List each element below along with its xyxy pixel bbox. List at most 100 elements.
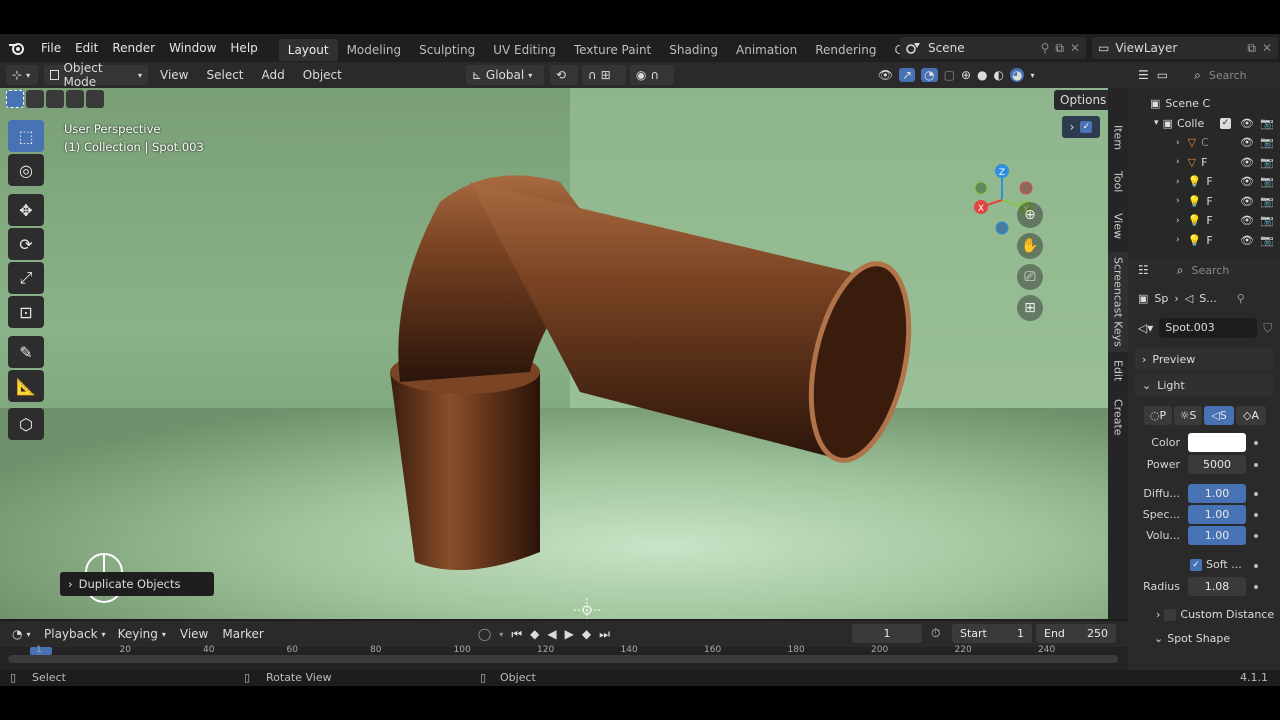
visibility-eye-icon[interactable]: 👁 bbox=[1240, 214, 1254, 227]
transform-orientation-dropdown[interactable]: ⊾ Global ▾ bbox=[465, 65, 544, 85]
outliner-item-row[interactable]: › 💡 F 👁 📷 bbox=[1128, 172, 1280, 192]
menu-render[interactable]: Render bbox=[105, 34, 162, 62]
select-invert-icon[interactable] bbox=[66, 90, 84, 108]
keyframe-dot-icon[interactable] bbox=[1254, 441, 1258, 445]
last-operator-panel[interactable]: › Duplicate Objects bbox=[60, 572, 214, 596]
diffuse-field[interactable]: 1.00 bbox=[1188, 484, 1246, 503]
scale-tool[interactable]: ⤢ bbox=[8, 262, 44, 294]
tab-uv-editing[interactable]: UV Editing bbox=[484, 39, 565, 61]
wireframe-shading-icon[interactable]: ⊕ bbox=[961, 68, 971, 82]
custom-distance-section[interactable]: › Custom Distance bbox=[1156, 608, 1274, 621]
3d-viewport[interactable]: ⬚ ◎ ✥ ⟳ ⤢ ⊡ ✎ 📐 ⬡ User Perspective (1) C… bbox=[0, 88, 1108, 619]
render-camera-icon[interactable]: 📷 bbox=[1260, 214, 1274, 227]
visibility-eye-icon[interactable]: 👁 bbox=[1240, 117, 1254, 130]
close-scene-icon[interactable]: ✕ bbox=[1070, 41, 1086, 55]
menu-timeline-view[interactable]: View bbox=[180, 627, 208, 641]
prev-keyframe-icon[interactable]: ◆ bbox=[530, 627, 539, 641]
material-shading-icon[interactable]: ◐ bbox=[994, 68, 1004, 82]
menu-marker[interactable]: Marker bbox=[222, 627, 263, 641]
menu-object[interactable]: Object bbox=[303, 68, 342, 82]
copy-view-layer-icon[interactable]: ⧉ bbox=[1247, 41, 1256, 56]
menu-view[interactable]: View bbox=[160, 68, 188, 82]
data-name-field[interactable]: Spot.003 bbox=[1159, 318, 1258, 338]
outliner-scene-row[interactable]: ▣ Scene C bbox=[1128, 94, 1280, 114]
view-layer-selector[interactable]: ▭ ViewLayer ⧉ ✕ bbox=[1092, 37, 1278, 59]
keyframe-dot-icon[interactable] bbox=[1254, 534, 1258, 538]
area-light-button[interactable]: ◇ A bbox=[1236, 406, 1266, 425]
tab-sculpting[interactable]: Sculpting bbox=[410, 39, 484, 61]
keyframe-dot-icon[interactable] bbox=[1254, 564, 1258, 568]
editor-type-button[interactable]: ⊹ ▾ bbox=[6, 65, 38, 85]
camera-view-icon[interactable]: ⎚ bbox=[1017, 264, 1043, 290]
tab-modeling[interactable]: Modeling bbox=[338, 39, 411, 61]
transform-tool[interactable]: ⊡ bbox=[8, 296, 44, 328]
auto-keying-icon[interactable]: ◯ bbox=[478, 627, 491, 641]
annotate-tool[interactable]: ✎ bbox=[8, 336, 44, 368]
pin-icon[interactable]: ⚲ bbox=[1237, 292, 1245, 305]
stopwatch-icon[interactable]: ⏱ bbox=[931, 626, 940, 641]
exclude-checkbox[interactable]: ✓ bbox=[1220, 117, 1231, 129]
rendered-shading-icon[interactable]: ◕ bbox=[1010, 68, 1025, 82]
render-camera-icon[interactable]: 📷 bbox=[1260, 156, 1274, 169]
visibility-eye-icon[interactable]: 👁 bbox=[1240, 175, 1254, 188]
add-cube-tool[interactable]: ⬡ bbox=[8, 408, 44, 440]
menu-file[interactable]: File bbox=[34, 34, 68, 62]
shading-options-icon[interactable]: ▾ bbox=[1030, 71, 1034, 80]
volume-field[interactable]: 1.00 bbox=[1188, 526, 1246, 545]
fake-user-shield-icon[interactable]: ⛉ bbox=[1263, 321, 1272, 336]
select-new-icon[interactable] bbox=[6, 90, 24, 108]
sun-light-button[interactable]: ☼ S bbox=[1174, 406, 1202, 425]
tab-screencast-keys[interactable]: Screencast Keys bbox=[1108, 252, 1128, 352]
options-dropdown[interactable]: Options▾ bbox=[1054, 90, 1108, 110]
blender-logo-icon[interactable] bbox=[0, 34, 34, 62]
rotate-tool[interactable]: ⟳ bbox=[8, 228, 44, 260]
keyframe-dot-icon[interactable] bbox=[1254, 463, 1258, 467]
outliner-editor-icon[interactable]: ☰ bbox=[1138, 68, 1149, 82]
current-frame-field[interactable]: 1 bbox=[852, 624, 922, 643]
render-camera-icon[interactable]: 📷 bbox=[1260, 175, 1274, 188]
move-tool[interactable]: ✥ bbox=[8, 194, 44, 226]
tab-shading[interactable]: Shading bbox=[660, 39, 727, 61]
color-swatch[interactable] bbox=[1188, 433, 1246, 452]
timeline-ruler[interactable]: 1 20 40 60 80 100 120 140 160 180 200 220 240 bbox=[0, 645, 1128, 671]
measure-tool[interactable]: 📐 bbox=[8, 370, 44, 402]
tab-texture-paint[interactable]: Texture Paint bbox=[565, 39, 660, 61]
keying-options-icon[interactable]: ▾ bbox=[499, 630, 503, 639]
keyframe-dot-icon[interactable] bbox=[1254, 513, 1258, 517]
properties-editor-icon[interactable]: ☷ bbox=[1138, 263, 1149, 277]
outliner-item-row[interactable]: › ▽ C 👁 📷 bbox=[1128, 133, 1280, 153]
solid-shading-icon[interactable]: ● bbox=[977, 68, 987, 82]
scene-selector[interactable]: Scene ⚲ ⧉ ✕ bbox=[900, 37, 1086, 59]
tab-layout[interactable]: Layout bbox=[278, 39, 338, 61]
copy-scene-icon[interactable]: ⧉ bbox=[1055, 41, 1064, 56]
select-extend-icon[interactable] bbox=[26, 90, 44, 108]
menu-keying[interactable]: Keying bbox=[118, 627, 158, 641]
render-camera-icon[interactable]: 📷 bbox=[1260, 117, 1274, 130]
close-view-layer-icon[interactable]: ✕ bbox=[1262, 41, 1278, 55]
timeline-editor-type[interactable]: ◔ ▾ bbox=[6, 624, 36, 644]
spot-shape-section[interactable]: ⌄ Spot Shape bbox=[1154, 632, 1230, 645]
visibility-eye-icon[interactable]: 👁 bbox=[1240, 234, 1254, 247]
pivot-point-button[interactable]: ⟲ bbox=[549, 65, 578, 85]
outliner-item-row[interactable]: › 💡 F 👁 📷 bbox=[1128, 231, 1280, 251]
menu-select[interactable]: Select bbox=[206, 68, 243, 82]
keyframe-dot-icon[interactable] bbox=[1254, 585, 1258, 589]
overlay-toggle-icon[interactable]: ◔ bbox=[921, 68, 938, 82]
display-mode-icon[interactable]: ▭ bbox=[1157, 68, 1168, 82]
cursor-tool[interactable]: ◎ bbox=[8, 154, 44, 186]
timeline-scrollbar[interactable] bbox=[8, 655, 1118, 663]
spot-light-button[interactable]: ◁ S bbox=[1204, 406, 1234, 425]
breadcrumb-object[interactable]: Sp bbox=[1154, 292, 1168, 305]
select-intersect-icon[interactable] bbox=[86, 90, 104, 108]
menu-add[interactable]: Add bbox=[262, 68, 285, 82]
gizmo-toggle-icon[interactable]: ↗ bbox=[899, 68, 916, 82]
xray-icon[interactable]: ▢ bbox=[944, 68, 955, 82]
tab-tool[interactable]: Tool bbox=[1108, 162, 1128, 202]
properties-search-input[interactable]: Search bbox=[1192, 264, 1230, 277]
visibility-eye-icon[interactable]: 👁 bbox=[1240, 136, 1254, 149]
light-data-icon[interactable]: ◁▾ bbox=[1138, 321, 1153, 335]
outliner-item-row[interactable]: › 💡 F 👁 📷 bbox=[1128, 192, 1280, 212]
next-keyframe-icon[interactable]: ◆ bbox=[582, 627, 591, 641]
jump-end-icon[interactable]: ⏭ bbox=[599, 627, 610, 642]
proportional-edit-button[interactable]: ◉ ∩ bbox=[629, 65, 674, 85]
